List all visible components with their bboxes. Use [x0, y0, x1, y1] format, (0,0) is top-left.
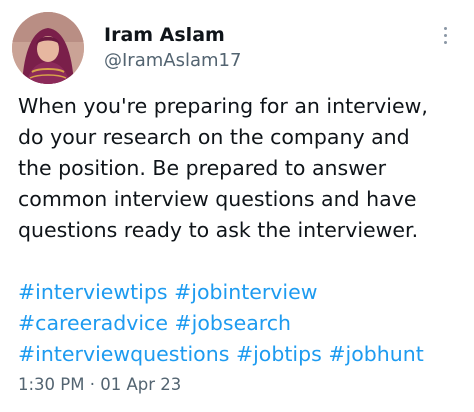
hashtag-line: #careeradvice #jobsearch [18, 308, 468, 339]
hashtag-link[interactable]: #jobinterview [174, 280, 317, 304]
hashtag-link[interactable]: #careeradvice [18, 311, 168, 335]
hashtag-link[interactable]: #jobsearch [174, 311, 291, 335]
tweet-text-line: questions ready to ask the interviewer. [18, 218, 419, 242]
hashtag-link[interactable]: #interviewquestions [18, 342, 229, 366]
meta-separator: · [89, 375, 95, 394]
tweet-date: 01 Apr 23 [100, 375, 182, 394]
hashtag-link[interactable]: #jobhunt [328, 342, 423, 366]
tweet-text-line: the position. Be prepared to answer [18, 156, 387, 180]
avatar[interactable] [12, 12, 84, 84]
hashtag-line: #interviewquestions #jobtips #jobhunt [18, 339, 468, 370]
display-name[interactable]: Iram Aslam [104, 23, 241, 47]
tweet-timestamp[interactable]: 1:30 PM · 01 Apr 23 [18, 374, 181, 396]
dot [443, 27, 447, 30]
hashtag-link[interactable]: #jobtips [236, 342, 322, 366]
user-handle[interactable]: @IramAslam17 [104, 49, 241, 73]
tweet-text-line: do your research on the company and [18, 125, 410, 149]
author-info: Iram Aslam @IramAslam17 [104, 23, 241, 73]
dot [443, 41, 447, 44]
hashtag-link[interactable]: #interviewtips [18, 280, 168, 304]
dot [443, 34, 447, 37]
tweet-card: Iram Aslam @IramAslam17 When you're prep… [0, 0, 474, 412]
profile-photo-icon [12, 12, 84, 84]
tweet-time: 1:30 PM [18, 375, 85, 394]
tweet-text: When you're preparing for an interview, … [18, 91, 468, 246]
tweet-text-line: common interview questions and have [18, 187, 417, 211]
tweet-text-line: When you're preparing for an interview, [18, 94, 428, 118]
hashtags: #interviewtips #jobinterview #careeradvi… [18, 277, 468, 370]
hashtag-line: #interviewtips #jobinterview [18, 277, 468, 308]
more-options-icon[interactable] [442, 27, 448, 49]
